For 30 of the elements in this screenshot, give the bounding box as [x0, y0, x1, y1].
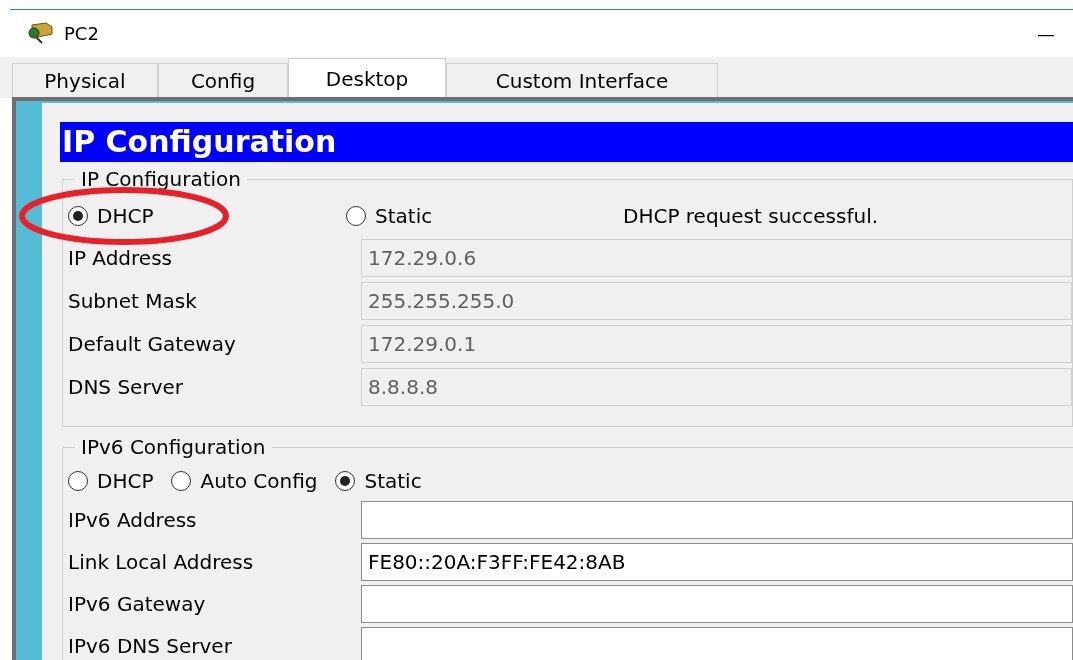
minimize-button[interactable]: — — [1033, 19, 1059, 47]
radio-option[interactable]: DHCP — [68, 466, 154, 496]
radio-button[interactable] — [68, 471, 88, 491]
window-title: PC2 — [64, 21, 99, 46]
field-label: Subnet Mask — [68, 287, 198, 315]
radio-button[interactable] — [171, 471, 192, 491]
tab[interactable]: Custom Interface — [446, 63, 718, 98]
radio-button[interactable] — [346, 206, 366, 226]
field-label: IPv6 DNS Server — [68, 633, 233, 660]
tab[interactable]: Desktop — [288, 58, 446, 98]
input-field[interactable]: FE80::20A:F3FF:FE42:8AB — [361, 543, 1073, 581]
radio-option[interactable]: Auto Config — [171, 466, 318, 496]
field-label: IPv6 Gateway — [68, 591, 207, 618]
radio-button[interactable] — [335, 471, 356, 491]
field-label: Link Local Address — [68, 549, 255, 576]
radio-option[interactable]: Static — [346, 201, 623, 231]
input-field[interactable] — [361, 627, 1073, 660]
tab[interactable]: Config — [158, 63, 288, 98]
field-label: IP Address — [68, 244, 173, 272]
field-label: Default Gateway — [68, 330, 237, 358]
section-header: IP Configuration — [60, 122, 1073, 162]
radio-option[interactable]: DHCP — [68, 201, 346, 231]
radio-button[interactable] — [68, 206, 88, 226]
field-label: IPv6 Address — [68, 507, 198, 534]
input-field[interactable] — [361, 501, 1073, 539]
status-message: DHCP request successful. — [623, 203, 879, 230]
input-field[interactable] — [361, 585, 1073, 623]
tab[interactable]: Physical — [12, 63, 158, 98]
radio-option[interactable]: Static — [335, 466, 422, 496]
field-label: DNS Server — [68, 373, 184, 401]
